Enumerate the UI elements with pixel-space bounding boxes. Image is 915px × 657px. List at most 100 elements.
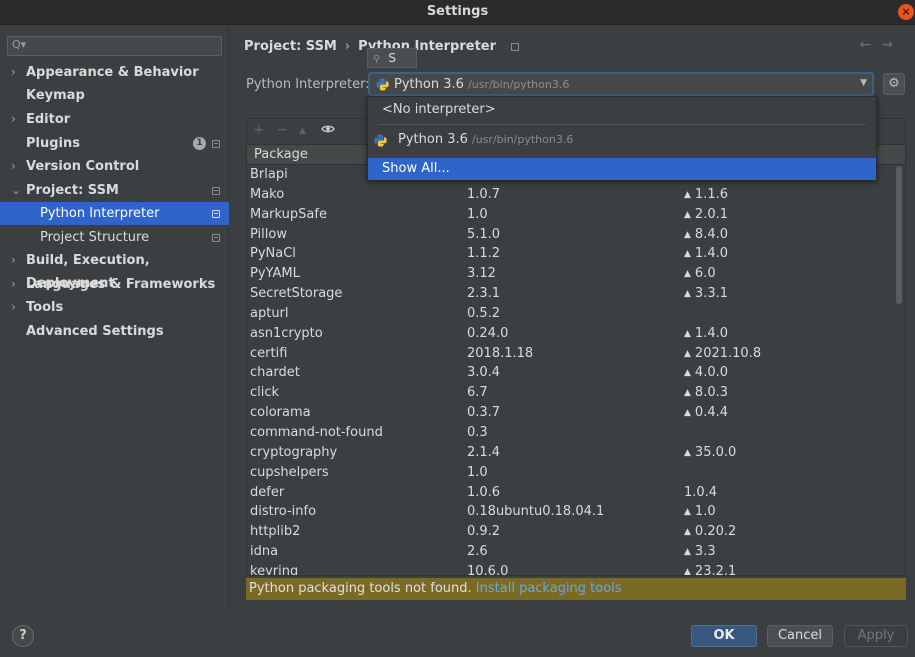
table-row[interactable]: Mako 1.0.7 ▲ 1.1.6: [247, 185, 895, 205]
table-scrollbar[interactable]: [896, 166, 902, 304]
latest-version-text: 3.3: [694, 544, 716, 560]
package-version: 1.0: [467, 464, 488, 480]
chevron-down-icon[interactable]: ⌄: [11, 179, 21, 202]
option-no-interpreter[interactable]: <No interpreter>: [368, 99, 876, 121]
settings-search-input[interactable]: Q▾: [7, 36, 222, 56]
install-packaging-tools-link[interactable]: Install packaging tools: [476, 581, 622, 596]
python-icon: [374, 133, 387, 155]
sidebar-item-languages-frameworks[interactable]: › Languages & Frameworks: [0, 273, 229, 296]
table-row[interactable]: cryptography 2.1.4 ▲ 35.0.0: [247, 443, 895, 463]
chevron-right-icon[interactable]: ›: [11, 155, 16, 178]
cancel-button[interactable]: Cancel: [767, 625, 833, 647]
sidebar-item-editor[interactable]: › Editor: [0, 108, 229, 131]
package-version: 0.3: [467, 424, 488, 440]
latest-version-text: 3.3.1: [694, 286, 728, 302]
table-row[interactable]: PyNaCl 1.1.2 ▲ 1.4.0: [247, 244, 895, 264]
sidebar-item-tools[interactable]: › Tools: [0, 296, 229, 319]
project-scope-icon: [212, 210, 220, 218]
upgrade-package-icon[interactable]: ▲: [299, 126, 306, 136]
sidebar-item-label: Tools: [26, 300, 64, 315]
table-row[interactable]: PyYAML 3.12 ▲ 6.0: [247, 264, 895, 284]
chevron-right-icon[interactable]: ›: [11, 249, 16, 272]
package-name: SecretStorage: [250, 286, 343, 302]
ok-button[interactable]: OK: [691, 625, 757, 647]
table-row[interactable]: keyring 10.6.0 ▲ 23.2.1: [247, 562, 895, 575]
table-row[interactable]: defer 1.0.6 1.0.4: [247, 483, 895, 503]
package-latest-version: ▲ 1.4.0: [684, 324, 728, 346]
add-package-icon[interactable]: +: [253, 122, 265, 138]
table-row[interactable]: SecretStorage 2.3.1 ▲ 3.3.1: [247, 284, 895, 304]
package-latest-version: ▲ 8.0.3: [684, 383, 728, 405]
package-version: 1.0.7: [467, 186, 501, 202]
package-version: 0.18ubuntu0.18.04.1: [467, 504, 605, 520]
chevron-right-icon[interactable]: ›: [11, 273, 16, 296]
package-rows: Brlapi Mako 1.0.7 ▲ 1.1.6 MarkupSafe 1.0 ▲ 2.0.1…: [247, 165, 895, 575]
package-version: 5.1.0: [467, 226, 501, 242]
package-version: 1.0.6: [467, 484, 501, 500]
option-show-all[interactable]: Show All...: [368, 158, 876, 180]
remove-package-icon[interactable]: −: [276, 122, 288, 138]
project-scope-icon: [510, 42, 519, 51]
sidebar-item-advanced-settings[interactable]: Advanced Settings: [0, 320, 229, 343]
table-row[interactable]: idna 2.6 ▲ 3.3: [247, 542, 895, 562]
help-button[interactable]: ?: [12, 625, 34, 647]
package-latest-version: ▲ 1.1.6: [684, 185, 728, 207]
sidebar-item-build-execution-deployment[interactable]: › Build, Execution, Deployment: [0, 249, 229, 291]
close-window-icon[interactable]: ×: [898, 4, 914, 20]
sidebar-item-keymap[interactable]: Keymap: [0, 84, 229, 107]
table-row[interactable]: httplib2 0.9.2 ▲ 0.20.2: [247, 522, 895, 542]
interpreter-combobox[interactable]: Python 3.6 /usr/bin/python3.6 ▼: [368, 72, 874, 96]
sidebar-item-plugins[interactable]: Plugins 1: [0, 132, 229, 155]
table-row[interactable]: click 6.7 ▲ 8.0.3: [247, 383, 895, 403]
chevron-right-icon[interactable]: ›: [11, 108, 16, 131]
package-version: 2.6: [467, 544, 488, 560]
column-header-package[interactable]: Package: [254, 147, 308, 162]
forward-icon[interactable]: →: [881, 37, 903, 53]
back-icon[interactable]: ←: [860, 37, 882, 53]
popup-divider: [378, 124, 866, 125]
chevron-right-icon[interactable]: ›: [11, 61, 16, 84]
upgrade-available-icon: ▲: [684, 408, 691, 419]
interpreter-value: Python 3.6 /usr/bin/python3.6: [394, 77, 569, 92]
table-row[interactable]: distro-info 0.18ubuntu0.18.04.1 ▲ 1.0: [247, 502, 895, 522]
package-version: 2018.1.18: [467, 345, 534, 361]
table-row[interactable]: cupshelpers 1.0: [247, 463, 895, 483]
table-row[interactable]: chardet 3.0.4 ▲ 4.0.0: [247, 363, 895, 383]
sidebar-item-label: Appearance & Behavior: [26, 65, 199, 80]
sidebar-item-appearance-behavior[interactable]: › Appearance & Behavior: [0, 61, 229, 84]
latest-version-text: 4.0.0: [694, 365, 728, 381]
table-row[interactable]: asn1crypto 0.24.0 ▲ 1.4.0: [247, 324, 895, 344]
table-row[interactable]: certifi 2018.1.18 ▲ 2021.10.8: [247, 344, 895, 364]
upgrade-available-icon: ▲: [684, 507, 691, 518]
table-row[interactable]: MarkupSafe 1.0 ▲ 2.0.1: [247, 205, 895, 225]
option-python-3-6[interactable]: Python 3.6 /usr/bin/python3.6: [368, 129, 876, 151]
latest-version-text: 6.0: [694, 266, 716, 282]
table-row[interactable]: apturl 0.5.2: [247, 304, 895, 324]
sidebar-item-project-structure[interactable]: Project Structure: [0, 226, 229, 249]
package-name: colorama: [250, 405, 311, 421]
table-row[interactable]: command-not-found 0.3: [247, 423, 895, 443]
window-title: Settings: [426, 4, 489, 19]
apply-button[interactable]: Apply: [844, 625, 908, 647]
sidebar-item-python-interpreter[interactable]: Python Interpreter: [0, 202, 229, 225]
interpreter-settings-gear-icon[interactable]: ⚙: [883, 73, 905, 95]
latest-version-text: 0.4.4: [694, 405, 728, 421]
latest-version-text: 1.4.0: [694, 325, 728, 341]
package-version: 2.3.1: [467, 286, 501, 302]
chevron-down-icon[interactable]: ▼: [860, 78, 867, 88]
sidebar-item-version-control[interactable]: › Version Control: [0, 155, 229, 178]
project-scope-icon: [212, 187, 220, 195]
speed-search-field[interactable]: ⚲ S: [367, 48, 417, 68]
chevron-right-icon[interactable]: ›: [11, 296, 16, 319]
package-name: MarkupSafe: [250, 206, 327, 222]
show-early-releases-eye-icon[interactable]: [321, 123, 335, 138]
project-scope-icon: [212, 234, 220, 242]
python-icon: [376, 78, 389, 95]
upgrade-available-icon: ▲: [684, 447, 691, 458]
sidebar-item-label: Project: SSM: [26, 183, 119, 198]
sidebar-item-project-ssm[interactable]: ⌄ Project: SSM: [0, 179, 229, 202]
sidebar-item-label: Plugins: [26, 136, 80, 151]
table-row[interactable]: Pillow 5.1.0 ▲ 8.4.0: [247, 225, 895, 245]
sidebar-item-label: Keymap: [26, 88, 85, 103]
table-row[interactable]: colorama 0.3.7 ▲ 0.4.4: [247, 403, 895, 423]
